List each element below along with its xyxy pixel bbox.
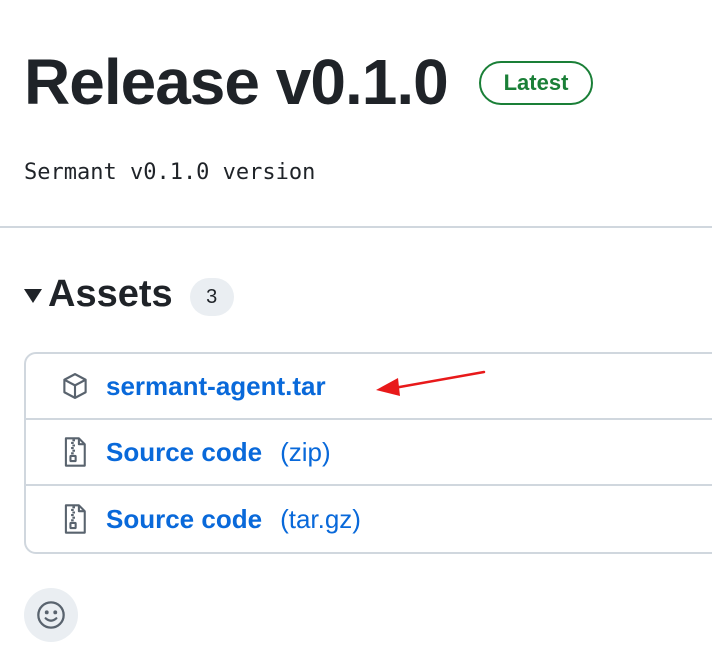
- asset-format-label: (zip): [280, 436, 331, 467]
- caret-down-icon: [24, 289, 42, 303]
- release-page: Release v0.1.0 Latest Sermant v0.1.0 ver…: [0, 0, 712, 648]
- asset-format-label: (tar.gz): [280, 503, 361, 534]
- assets-summary-toggle[interactable]: Assets 3: [24, 266, 234, 322]
- add-reaction-button[interactable]: [24, 588, 78, 642]
- asset-row: sermant-agent.tar: [26, 354, 712, 420]
- asset-link-sermant-agent[interactable]: sermant-agent.tar: [106, 371, 326, 402]
- smiley-icon: [37, 601, 65, 629]
- assets-list: sermant-agent.tar Source code (zip) Sour…: [24, 352, 712, 554]
- package-icon: [60, 370, 90, 402]
- file-zip-icon: [60, 503, 90, 535]
- assets-count-badge: 3: [189, 278, 234, 316]
- red-arrow-annotation: [376, 370, 486, 396]
- file-zip-icon: [60, 436, 90, 468]
- asset-link-source-zip[interactable]: Source code: [106, 437, 262, 468]
- asset-row: Source code (zip): [26, 420, 712, 486]
- release-description: Sermant v0.1.0 version: [24, 160, 316, 185]
- assets-title: Assets: [48, 272, 173, 315]
- asset-row: Source code (tar.gz): [26, 486, 712, 552]
- divider: [0, 226, 712, 228]
- latest-badge: Latest: [479, 61, 593, 105]
- asset-link-source-targz[interactable]: Source code: [106, 504, 262, 535]
- release-title: Release v0.1.0: [24, 46, 449, 118]
